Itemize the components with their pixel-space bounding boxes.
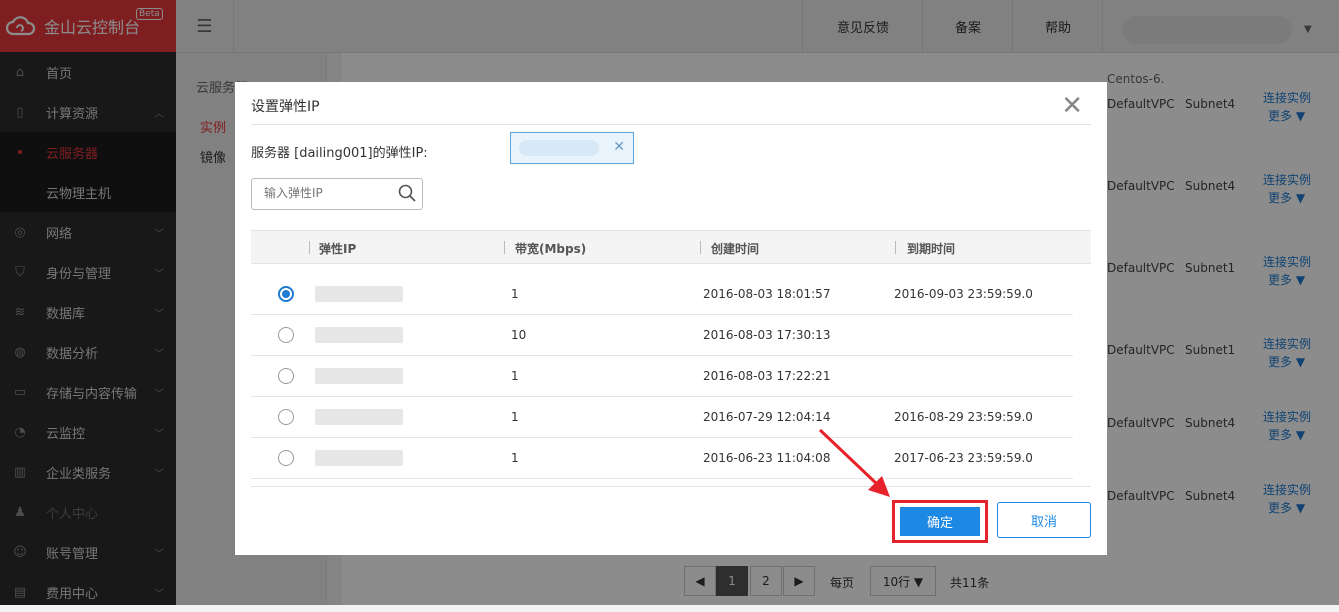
divider [251, 124, 1091, 125]
table-row[interactable]: 1 2016-08-03 17:22:21 [251, 356, 1073, 397]
table-header: 弹性IP 带宽(Mbps) 创建时间 到期时间 [251, 230, 1091, 264]
search-icon[interactable] [398, 184, 416, 202]
column-header-created: 创建时间 [711, 242, 760, 256]
cancel-button[interactable]: 取消 [997, 502, 1091, 538]
redacted-ip [315, 450, 403, 466]
column-separator [700, 241, 701, 254]
divider [251, 486, 1091, 487]
server-label: 服务器 [dailing001]的弹性IP: [251, 146, 428, 161]
bandwidth-cell: 1 [511, 369, 519, 383]
table-row[interactable]: 1 2016-08-03 18:01:57 2016-09-03 23:59:59.… [251, 274, 1073, 315]
bandwidth-cell: 1 [511, 451, 519, 465]
bandwidth-cell: 1 [511, 410, 519, 424]
table-row[interactable]: 1 2016-06-23 11:04:08 2017-06-23 23:59:59.… [251, 438, 1073, 479]
column-header-bandwidth: 带宽(Mbps) [515, 242, 587, 256]
created-time-cell: 2016-06-23 11:04:08 [703, 451, 831, 465]
confirm-button[interactable]: 确定 [900, 507, 980, 536]
redacted-ip [315, 368, 403, 384]
selected-ip-tag[interactable]: ✕ [510, 132, 634, 164]
select-radio[interactable] [278, 286, 294, 302]
ip-search-box[interactable] [251, 178, 423, 210]
created-time-cell: 2016-08-03 17:22:21 [703, 369, 831, 383]
elastic-ip-dialog: 设置弹性IP ✕ 服务器 [dailing001]的弹性IP: ✕ 弹性IP 带… [235, 82, 1107, 555]
select-radio[interactable] [278, 450, 294, 466]
bandwidth-cell: 1 [511, 287, 519, 301]
column-header-ip: 弹性IP [319, 242, 357, 256]
redacted-ip [315, 327, 403, 343]
table-row[interactable]: 10 2016-08-03 17:30:13 [251, 315, 1073, 356]
created-time-cell: 2016-07-29 12:04:14 [703, 410, 831, 424]
created-time-cell: 2016-08-03 18:01:57 [703, 287, 831, 301]
ip-table-body: 1 2016-08-03 18:01:57 2016-09-03 23:59:59.… [251, 264, 1091, 486]
redacted-ip [315, 409, 403, 425]
remove-tag-icon[interactable]: ✕ [613, 139, 625, 155]
table-row[interactable]: 1 2016-07-29 12:04:14 2016-08-29 23:59:59.… [251, 397, 1073, 438]
select-radio[interactable] [278, 409, 294, 425]
confirm-highlight-box: 确定 [892, 500, 988, 543]
bandwidth-cell: 10 [511, 328, 527, 342]
column-header-expires: 到期时间 [907, 242, 956, 256]
select-radio[interactable] [278, 327, 294, 343]
dialog-title: 设置弹性IP [251, 99, 320, 115]
select-radio[interactable] [278, 368, 294, 384]
expire-time-cell: 2017-06-23 23:59:59.0 [894, 451, 1033, 465]
redacted-ip [519, 140, 599, 156]
close-icon[interactable]: ✕ [1061, 91, 1083, 121]
column-separator [895, 241, 896, 254]
column-separator [309, 241, 310, 254]
redacted-ip [315, 286, 403, 302]
created-time-cell: 2016-08-03 17:30:13 [703, 328, 831, 342]
column-separator [504, 241, 505, 254]
expire-time-cell: 2016-09-03 23:59:59.0 [894, 287, 1033, 301]
ip-search-input[interactable] [262, 185, 396, 201]
expire-time-cell: 2016-08-29 23:59:59.0 [894, 410, 1033, 424]
